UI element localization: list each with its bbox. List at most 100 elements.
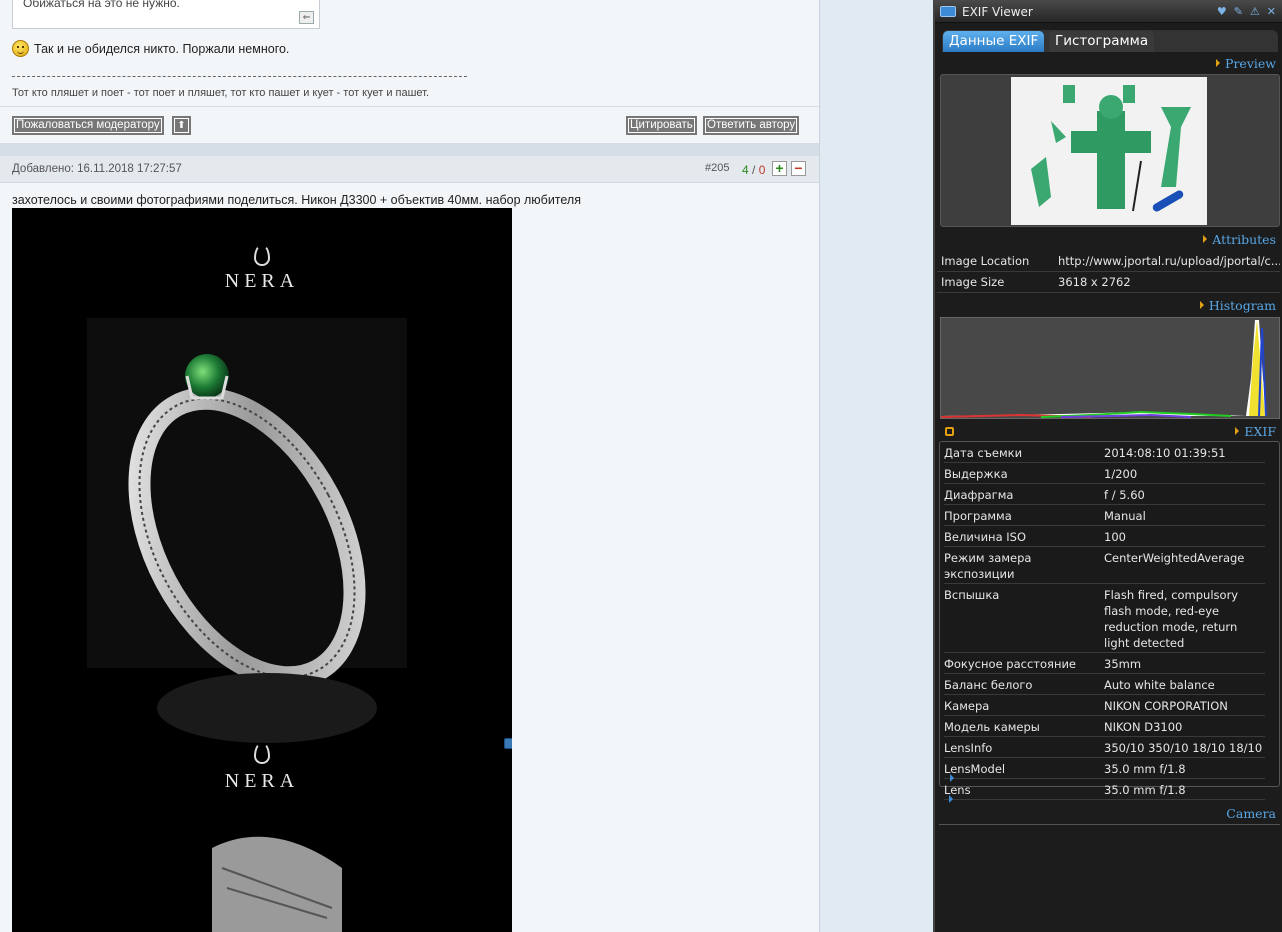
exif-row: Баланс белого Auto white balance: [944, 674, 1265, 695]
signature: Тот кто пляшет и поет - тот поет и пляше…: [12, 87, 430, 99]
exif-value: 1/200: [1104, 467, 1138, 481]
exif-value: CenterWeightedAverage: [1104, 551, 1245, 565]
message-line: Так и не обиделся никто. Поржали немного…: [12, 40, 289, 57]
histogram-chart: [940, 317, 1280, 419]
exif-value: 2014:08:10 01:39:51: [1104, 446, 1226, 460]
exif-camera-icon[interactable]: [504, 738, 512, 749]
exif-value: Manual: [1104, 509, 1146, 523]
exif-row: LensInfo 350/10 350/10 18/10 18/10: [944, 737, 1265, 758]
exif-row: Фокусное расстояние 35mm: [944, 653, 1265, 674]
attribute-row: Image Location http://www.jportal.ru/upl…: [937, 251, 1280, 272]
arrow-up-icon: ⬆: [177, 120, 186, 131]
collapse-arrow-icon[interactable]: [949, 795, 953, 803]
attribute-key: Image Size: [941, 275, 1005, 289]
exif-row: Модель камеры NIKON D3100: [944, 716, 1265, 737]
exif-row: LensModel 35.0 mm f/1.8: [944, 758, 1265, 779]
exif-key: Режим замера экспозиции: [944, 551, 1032, 581]
brand-name: NERA: [224, 270, 300, 292]
exif-value: NIKON CORPORATION: [1104, 699, 1228, 713]
exif-key: Величина ISO: [944, 530, 1027, 544]
post-rating: 4 / 0: [742, 163, 765, 177]
post-actions-bar: Пожаловаться модератору ⬆ Цитировать Отв…: [0, 106, 819, 143]
preview-toggle[interactable]: Preview: [1216, 56, 1276, 71]
exif-key: LensModel: [944, 762, 1006, 776]
post-header: Добавлено: 16.11.2018 17:27:57 #205 4 / …: [0, 156, 819, 183]
exif-row: Lens 35.0 mm f/1.8: [944, 779, 1265, 800]
post-number[interactable]: #205: [705, 162, 729, 174]
exif-row: Диафрагма f / 5.60: [944, 484, 1265, 505]
ring-photo: [87, 318, 407, 932]
tab-exif-data[interactable]: Данные EXIF: [943, 31, 1045, 52]
viewer-tabs: Данные EXIF Гистограмма: [942, 30, 1278, 52]
attributes-toggle[interactable]: Attributes: [1203, 232, 1276, 247]
titlebar-buttons: ♥ ✎ ⚠ ✕: [1217, 5, 1276, 18]
viewer-title: EXIF Viewer: [962, 5, 1033, 19]
exif-key: Диафрагма: [944, 488, 1014, 502]
exif-row: Выдержка 1/200: [944, 463, 1265, 484]
histogram-toggle[interactable]: Histogram: [1200, 298, 1276, 313]
vote-minus-button[interactable]: −: [791, 161, 806, 176]
attribute-row: Image Size 3618 x 2762: [937, 272, 1280, 293]
exif-key: Баланс белого: [944, 678, 1033, 692]
expand-more-icon[interactable]: [950, 774, 954, 782]
vote-plus-button[interactable]: +: [772, 161, 787, 176]
quote-back-icon[interactable]: ⇐: [299, 11, 314, 24]
quote-button[interactable]: Цитировать: [626, 116, 697, 135]
attribute-value: 3618 x 2762: [1058, 275, 1131, 289]
wrench-icon[interactable]: ✎: [1234, 5, 1243, 18]
warning-icon[interactable]: ⚠: [1250, 5, 1260, 18]
exif-value: 35.0 mm f/1.8: [1104, 762, 1186, 776]
camera-toggle[interactable]: Camera: [1226, 806, 1276, 821]
exif-value: Auto white balance: [1104, 678, 1215, 692]
attributes-table: Image Location http://www.jportal.ru/upl…: [937, 251, 1280, 293]
camera-divider: [939, 824, 1280, 825]
rating-plus: 4: [742, 163, 749, 177]
reply-author-button[interactable]: Ответить автору: [703, 116, 800, 135]
nera-logo-icon: [254, 742, 270, 764]
exif-key: Фокусное расстояние: [944, 657, 1077, 671]
viewer-titlebar: EXIF Viewer ♥ ✎ ⚠ ✕: [935, 0, 1282, 23]
nera-logo-icon: [254, 244, 270, 266]
exif-key: Камера: [944, 699, 990, 713]
signature-divider: [12, 76, 467, 77]
exif-key: Вспышка: [944, 588, 1000, 602]
post-separator: [0, 143, 819, 156]
report-moderator-button[interactable]: Пожаловаться модератору: [12, 116, 164, 135]
preview-image: [1011, 77, 1207, 225]
rating-minus: 0: [758, 163, 766, 177]
message-text: Так и не обиделся никто. Поржали немного…: [34, 41, 290, 56]
heart-icon[interactable]: ♥: [1217, 5, 1227, 18]
exif-row: Режим замера экспозиции CenterWeightedAve…: [944, 547, 1265, 584]
post-photo[interactable]: NERA NERA: [12, 208, 512, 932]
attribute-key: Image Location: [941, 254, 1030, 268]
post-text: захотелось и своими фотографиями поделит…: [12, 193, 581, 207]
exif-value: 35mm: [1104, 657, 1142, 671]
exif-viewer-panel: EXIF Viewer ♥ ✎ ⚠ ✕ Данные EXIF Гистогра…: [933, 0, 1282, 932]
exif-key: LensInfo: [944, 741, 993, 755]
scroll-top-button[interactable]: ⬆: [172, 116, 191, 135]
smiley-icon: [12, 40, 29, 57]
camera-icon: [940, 6, 956, 17]
exif-key: Программа: [944, 509, 1012, 523]
forum-page: Обижаться на это не нужно. ⇐ Так и не об…: [0, 0, 820, 932]
exif-value: 350/10 350/10 18/10 18/10: [1104, 741, 1263, 755]
quote-box: Обижаться на это не нужно. ⇐: [12, 0, 320, 29]
close-icon[interactable]: ✕: [1267, 5, 1276, 18]
quote-text: Обижаться на это не нужно.: [23, 0, 180, 10]
post-date: Добавлено: 16.11.2018 17:27:57: [12, 163, 182, 175]
exif-row: Дата съемки 2014:08:10 01:39:51: [944, 442, 1265, 463]
exif-row: Вспышка Flash fired, compulsory flash mod…: [944, 584, 1265, 653]
exif-toggle[interactable]: EXIF: [1235, 424, 1276, 439]
tab-histogram[interactable]: Гистограмма: [1049, 31, 1155, 52]
exif-key: Выдержка: [944, 467, 1008, 481]
attribute-value[interactable]: http://www.jportal.ru/upload/jportal/c..…: [1058, 251, 1280, 271]
exif-value: 35.0 mm f/1.8: [1104, 783, 1186, 797]
preview-box: [940, 74, 1280, 227]
brand-name: NERA: [224, 770, 300, 792]
exif-row: Величина ISO 100: [944, 526, 1265, 547]
exif-row: Программа Manual: [944, 505, 1265, 526]
exif-row: Камера NIKON CORPORATION: [944, 695, 1265, 716]
exif-key: Lens: [944, 783, 971, 797]
exif-value: NIKON D3100: [1104, 720, 1183, 734]
drag-handle-icon[interactable]: [945, 427, 954, 436]
